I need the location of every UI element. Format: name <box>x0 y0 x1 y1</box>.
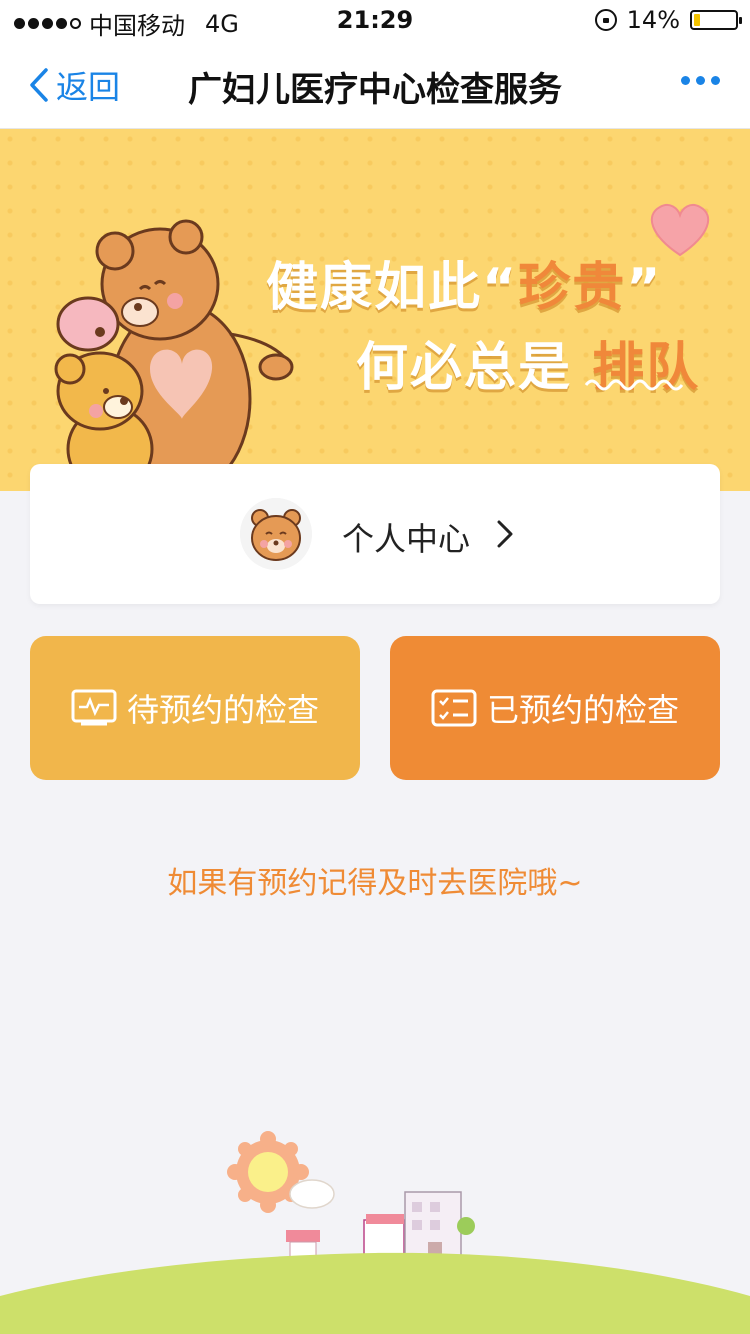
promo-banner: 健康如此“珍贵” 何必总是 排队 <box>0 129 750 491</box>
chevron-right-icon <box>497 520 513 548</box>
avatar <box>240 498 312 570</box>
profile-center-card[interactable]: 个人中心 <box>30 464 720 604</box>
more-dot-icon <box>696 76 705 85</box>
bear-avatar-icon <box>240 498 312 570</box>
booked-exams-label: 已预约的检查 <box>486 691 679 729</box>
battery-fill <box>694 14 700 26</box>
checklist-icon <box>431 689 477 727</box>
rotation-lock-icon <box>594 9 617 31</box>
heart-icon <box>650 203 710 257</box>
monitor-pulse-icon <box>71 689 117 726</box>
page-title: 广妇儿医疗中心检查服务 <box>188 70 562 110</box>
profile-center-label: 个人中心 <box>342 520 471 558</box>
status-right: 14% <box>594 6 742 34</box>
battery-percent: 14% <box>626 6 680 34</box>
slogan-highlight: 珍贵 <box>518 258 627 318</box>
more-dot-icon <box>681 76 690 85</box>
more-options-button[interactable] <box>681 76 720 85</box>
squiggle-decoration <box>584 379 684 391</box>
nav-bar: 返回 广妇儿医疗中心检查服务 <box>0 40 750 129</box>
pending-exams-label: 待预约的检查 <box>126 691 319 729</box>
slogan-text: 何必总是 <box>356 338 573 398</box>
town-illustration <box>0 1131 750 1334</box>
pending-exams-button[interactable]: 待预约的检查 <box>30 636 360 780</box>
slogan-text: 健康如此“ <box>266 258 519 318</box>
status-bar: 中国移动 4G 21:29 14% <box>0 0 750 40</box>
banner-slogan-line1: 健康如此“珍贵” <box>266 245 662 320</box>
booked-exams-button[interactable]: 已预约的检查 <box>390 636 720 780</box>
more-dot-icon <box>711 76 720 85</box>
reminder-text: 如果有预约记得及时去医院哦~ <box>167 866 583 901</box>
slogan-quote: ” <box>626 258 663 318</box>
battery-icon <box>690 10 742 30</box>
